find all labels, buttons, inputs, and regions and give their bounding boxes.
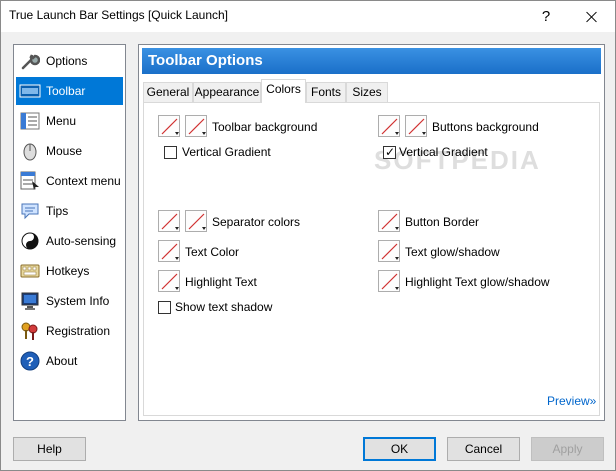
title-bar: True Launch Bar Settings [Quick Launch] …: [1, 1, 615, 32]
sidebar-item-hotkeys[interactable]: Hotkeys: [16, 257, 123, 285]
speech-bubble-icon: [19, 200, 41, 222]
highlight-text-glow-shadow-label: Highlight Text glow/shadow: [405, 275, 550, 289]
toolbar-background-color-picker-2[interactable]: [185, 115, 207, 137]
sidebar-item-label: About: [46, 354, 78, 368]
apply-button[interactable]: Apply: [531, 437, 604, 461]
context-menu-icon: [19, 170, 41, 192]
toolbar-icon: [19, 80, 41, 102]
toolbar-background-label: Toolbar background: [212, 120, 318, 134]
show-text-shadow-checkbox[interactable]: [158, 301, 171, 314]
highlight-text-color-picker[interactable]: [158, 270, 180, 292]
options-panel: Toolbar Options General Appearance Color…: [138, 44, 605, 421]
right-vertical-gradient-label: Vertical Gradient: [399, 145, 488, 159]
sidebar-item-label: Menu: [46, 114, 77, 128]
button-border-label: Button Border: [405, 215, 480, 229]
sidebar-item-system-info[interactable]: System Info: [16, 287, 123, 315]
separator-color-picker-1[interactable]: [158, 210, 180, 232]
sidebar-item-label: Mouse: [46, 144, 83, 158]
sidebar-item-menu[interactable]: Menu: [16, 107, 123, 135]
tab-colors[interactable]: Colors: [261, 79, 306, 103]
question-icon: ?: [541, 8, 551, 25]
help-title-button[interactable]: ?: [523, 1, 569, 32]
sidebar-item-label: Registration: [46, 324, 111, 338]
colors-tab-content: SOFTPEDIA Toolbar background Vertical Gr…: [143, 102, 600, 416]
tab-general[interactable]: General: [143, 82, 193, 103]
sidebar-item-registration[interactable]: Registration: [16, 317, 123, 345]
tab-sizes[interactable]: Sizes: [346, 82, 388, 103]
keyboard-icon: [19, 260, 41, 282]
ok-button[interactable]: OK: [363, 437, 436, 461]
yin-yang-icon: [19, 230, 41, 252]
show-text-shadow-label: Show text shadow: [175, 300, 273, 314]
right-vertical-gradient-checkbox[interactable]: ✓: [383, 145, 396, 159]
cancel-button[interactable]: Cancel: [447, 437, 520, 461]
sidebar-item-label: Hotkeys: [46, 264, 90, 278]
sidebar-item-mouse[interactable]: Mouse: [16, 137, 123, 165]
wrench-icon: [19, 50, 41, 72]
text-glow-shadow-color-picker[interactable]: [378, 240, 400, 262]
tab-appearance[interactable]: Appearance: [193, 82, 261, 103]
text-color-label: Text Color: [185, 245, 240, 259]
settings-window: True Launch Bar Settings [Quick Launch] …: [0, 0, 616, 471]
left-vertical-gradient-label: Vertical Gradient: [182, 145, 271, 159]
buttons-background-color-picker-2[interactable]: [405, 115, 427, 137]
sidebar-item-toolbar[interactable]: Toolbar: [16, 77, 123, 105]
sidebar-item-about[interactable]: ? About: [16, 347, 123, 375]
window-title: True Launch Bar Settings [Quick Launch]: [9, 8, 229, 22]
buttons-background-color-picker-1[interactable]: [378, 115, 400, 137]
text-color-picker[interactable]: [158, 240, 180, 262]
sidebar-item-label: System Info: [46, 294, 110, 308]
separator-colors-label: Separator colors: [212, 215, 301, 229]
sidebar-item-tips[interactable]: Tips: [16, 197, 123, 225]
buttons-background-label: Buttons background: [432, 120, 539, 134]
sidebar-item-label: Auto-sensing: [46, 234, 117, 248]
monitor-icon: [19, 290, 41, 312]
close-icon: [586, 11, 598, 23]
button-border-color-picker[interactable]: [378, 210, 400, 232]
checkmark-icon: ✓: [385, 145, 396, 159]
sidebar-item-label: Toolbar: [46, 84, 86, 98]
svg-text:?: ?: [26, 354, 34, 369]
sidebar-item-auto-sensing[interactable]: Auto-sensing: [16, 227, 123, 255]
highlight-text-label: Highlight Text: [185, 275, 257, 289]
help-icon: ?: [19, 350, 41, 372]
sidebar-item-label: Options: [46, 54, 88, 68]
text-glow-shadow-label: Text glow/shadow: [405, 245, 500, 259]
menu-icon: [19, 110, 41, 132]
mouse-icon: [19, 140, 41, 162]
separator-color-picker-2[interactable]: [185, 210, 207, 232]
sidebar-item-label: Context menu: [46, 174, 121, 188]
tab-fonts[interactable]: Fonts: [306, 82, 346, 103]
keys-icon: [19, 320, 41, 342]
highlight-text-glow-shadow-color-picker[interactable]: [378, 270, 400, 292]
preview-link[interactable]: Preview»: [547, 394, 596, 408]
panel-title: Toolbar Options: [142, 48, 601, 74]
sidebar-item-label: Tips: [46, 204, 69, 218]
sidebar-item-options[interactable]: Options: [16, 47, 123, 75]
sidebar-item-context-menu[interactable]: Context menu: [16, 167, 123, 195]
left-vertical-gradient-checkbox[interactable]: [164, 146, 177, 159]
settings-sidebar: Options Toolbar Menu Mouse Context menu: [13, 44, 126, 421]
help-button[interactable]: Help: [13, 437, 86, 461]
close-button[interactable]: [569, 1, 615, 32]
toolbar-background-color-picker-1[interactable]: [158, 115, 180, 137]
